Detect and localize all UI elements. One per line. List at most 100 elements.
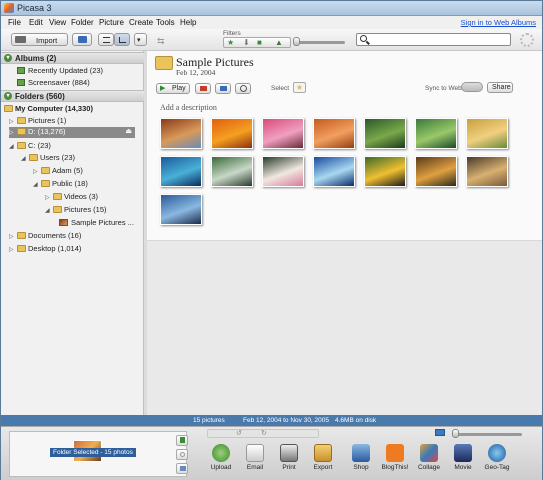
photo-thumbnail-blue-iceberg[interactable] xyxy=(313,156,355,187)
shop-label: Shop xyxy=(353,464,369,471)
photo-thumbnail-pink-tree[interactable] xyxy=(262,118,304,149)
expand-arrow-icon[interactable]: ▷ xyxy=(9,233,17,240)
collapse-folders-icon[interactable]: ▾ xyxy=(4,92,12,100)
tray-selection-area[interactable]: Folder Selected - 15 photos xyxy=(9,431,188,477)
photo-thumbnail-green-plants[interactable] xyxy=(415,118,457,149)
menu-tools[interactable]: Tools xyxy=(156,18,175,27)
sync-toggle[interactable] xyxy=(461,82,483,92)
folder-date[interactable]: Feb 12, 2004 xyxy=(176,68,215,77)
list-view-button[interactable] xyxy=(98,33,114,46)
tree-pictures-15[interactable]: ◢ Pictures (15) xyxy=(45,205,107,216)
photo-folder-icon xyxy=(59,219,68,226)
tree-desktop[interactable]: ▷ Desktop (1,014) xyxy=(9,244,81,255)
tree-videos[interactable]: ▷ Videos (3) xyxy=(45,192,98,203)
menu-view[interactable]: View xyxy=(49,18,66,27)
eject-icon[interactable]: ⏏ xyxy=(125,127,132,135)
time-filter-slider[interactable] xyxy=(297,41,345,44)
star-filter-icon[interactable]: ★ xyxy=(227,38,234,47)
expand-arrow-icon[interactable]: ▷ xyxy=(9,246,17,253)
add-to-album-button[interactable] xyxy=(72,33,92,46)
tree-users[interactable]: ◢ Users (23) xyxy=(21,153,75,164)
photo-thumbnail-toucan[interactable] xyxy=(364,156,406,187)
photo-thumbnail-sand-dunes[interactable] xyxy=(313,118,355,149)
collapse-arrow-icon[interactable]: ◢ xyxy=(45,207,53,214)
print-button[interactable]: Print xyxy=(275,444,303,471)
photo-thumbnail-orange-flowers[interactable] xyxy=(211,118,253,149)
menu-edit[interactable]: Edit xyxy=(29,18,43,27)
hold-pin-button[interactable] xyxy=(176,435,188,446)
expand-arrow-icon[interactable]: ▷ xyxy=(9,129,17,136)
photo-thumbnail-desert-landscape[interactable] xyxy=(160,118,202,149)
tree-public[interactable]: ◢ Public (18) xyxy=(33,179,88,190)
album-icon xyxy=(17,79,25,86)
album-recently-updated[interactable]: Recently Updated (23) xyxy=(17,66,103,77)
people-sync-icon[interactable]: ⇆ xyxy=(157,36,165,47)
thumbnail-size-slider[interactable] xyxy=(454,433,522,436)
rotate-right-icon[interactable]: ↻ xyxy=(261,429,267,437)
collage-button[interactable]: Collage xyxy=(415,444,443,471)
thumbnail-size-knob[interactable] xyxy=(452,429,459,438)
menu-create[interactable]: Create xyxy=(129,18,153,27)
album-screensaver[interactable]: Screensaver (884) xyxy=(17,78,90,89)
albums-section-header[interactable]: ▾ Albums (2) xyxy=(1,52,144,64)
blogger-icon xyxy=(386,444,404,462)
photo-thumbnail-autumn-leaves[interactable] xyxy=(466,118,508,149)
upload-filter-icon[interactable]: ⬇ xyxy=(243,38,250,47)
menu-folder[interactable]: Folder xyxy=(71,18,94,27)
menu-help[interactable]: Help xyxy=(180,18,196,27)
photo-thumbnail-autumn-tree[interactable] xyxy=(415,156,457,187)
folder-description-field[interactable]: Add a description xyxy=(160,103,217,112)
collapse-arrow-icon[interactable]: ◢ xyxy=(9,143,17,150)
photo-thumbnail-forest[interactable] xyxy=(364,118,406,149)
tree-sample-pictures[interactable]: Sample Pictures ... xyxy=(59,218,134,229)
expand-arrow-icon[interactable]: ▷ xyxy=(45,194,53,201)
tree-my-computer[interactable]: My Computer (14,330) xyxy=(4,104,93,115)
play-slideshow-button[interactable]: ▶ Play xyxy=(156,83,190,94)
collapse-arrow-icon[interactable]: ◢ xyxy=(21,155,29,162)
collapse-arrow-icon[interactable]: ◢ xyxy=(33,181,41,188)
email-button[interactable]: Email xyxy=(241,444,269,471)
tree-drive-c[interactable]: ◢ C: (23) xyxy=(9,141,51,152)
import-button[interactable]: Import xyxy=(11,33,68,46)
tree-pictures-1[interactable]: ▷ Pictures (1) xyxy=(9,116,66,127)
slideshow-options-button[interactable] xyxy=(195,83,211,94)
export-button[interactable]: Export xyxy=(309,444,337,471)
movie-button[interactable]: Movie xyxy=(449,444,477,471)
upload-button[interactable]: Upload xyxy=(207,444,235,471)
email-label: Email xyxy=(246,464,264,471)
time-filter-knob[interactable] xyxy=(293,37,300,46)
clear-tray-button[interactable] xyxy=(176,449,188,460)
search-box[interactable] xyxy=(356,33,511,46)
geo-filter-icon[interactable]: ▲ xyxy=(275,38,283,47)
geotag-button[interactable]: Geo-Tag xyxy=(483,444,511,471)
people-filter-icon[interactable]: ■ xyxy=(257,38,262,47)
folders-section-header[interactable]: ▾ Folders (560) xyxy=(1,90,144,102)
expand-arrow-icon[interactable]: ▷ xyxy=(9,118,17,125)
menu-file[interactable]: File xyxy=(8,18,21,27)
options-dropdown-button[interactable]: ▾ xyxy=(134,33,147,46)
folders-header-label: Folders (560) xyxy=(15,92,65,101)
tree-documents[interactable]: ▷ Documents (16) xyxy=(9,231,81,242)
status-size: 4.6MB on disk xyxy=(335,417,377,424)
export-view-button[interactable] xyxy=(215,83,231,94)
add-to-album-tray-button[interactable] xyxy=(176,463,188,474)
tree-view-button[interactable] xyxy=(114,33,130,46)
photo-thumbnail-sea-turtle[interactable] xyxy=(160,156,202,187)
tree-drive-d[interactable]: ▷ D: (13,276) ⏏ xyxy=(9,127,135,138)
blogthis-button[interactable]: BlogThis! xyxy=(381,444,409,471)
collapse-albums-icon[interactable]: ▾ xyxy=(4,54,12,62)
sign-in-link[interactable]: Sign in to Web Albums xyxy=(461,18,536,27)
share-button[interactable]: Share xyxy=(487,82,513,93)
select-all-star-icon[interactable]: ★ xyxy=(293,82,306,93)
photo-thumbnail-frangipani[interactable] xyxy=(262,156,304,187)
menu-picture[interactable]: Picture xyxy=(99,18,124,27)
web-album-button[interactable] xyxy=(235,83,251,94)
photo-thumbnail-waterfall[interactable] xyxy=(211,156,253,187)
photo-thumbnail-oak-tree[interactable] xyxy=(466,156,508,187)
shop-button[interactable]: Shop xyxy=(347,444,375,471)
tree-adam[interactable]: ▷ Adam (5) xyxy=(33,166,83,177)
select-label: Select xyxy=(271,85,290,92)
rotate-left-icon[interactable]: ↺ xyxy=(236,429,242,437)
photo-thumbnail-whale-tail[interactable] xyxy=(160,194,202,225)
expand-arrow-icon[interactable]: ▷ xyxy=(33,168,41,175)
